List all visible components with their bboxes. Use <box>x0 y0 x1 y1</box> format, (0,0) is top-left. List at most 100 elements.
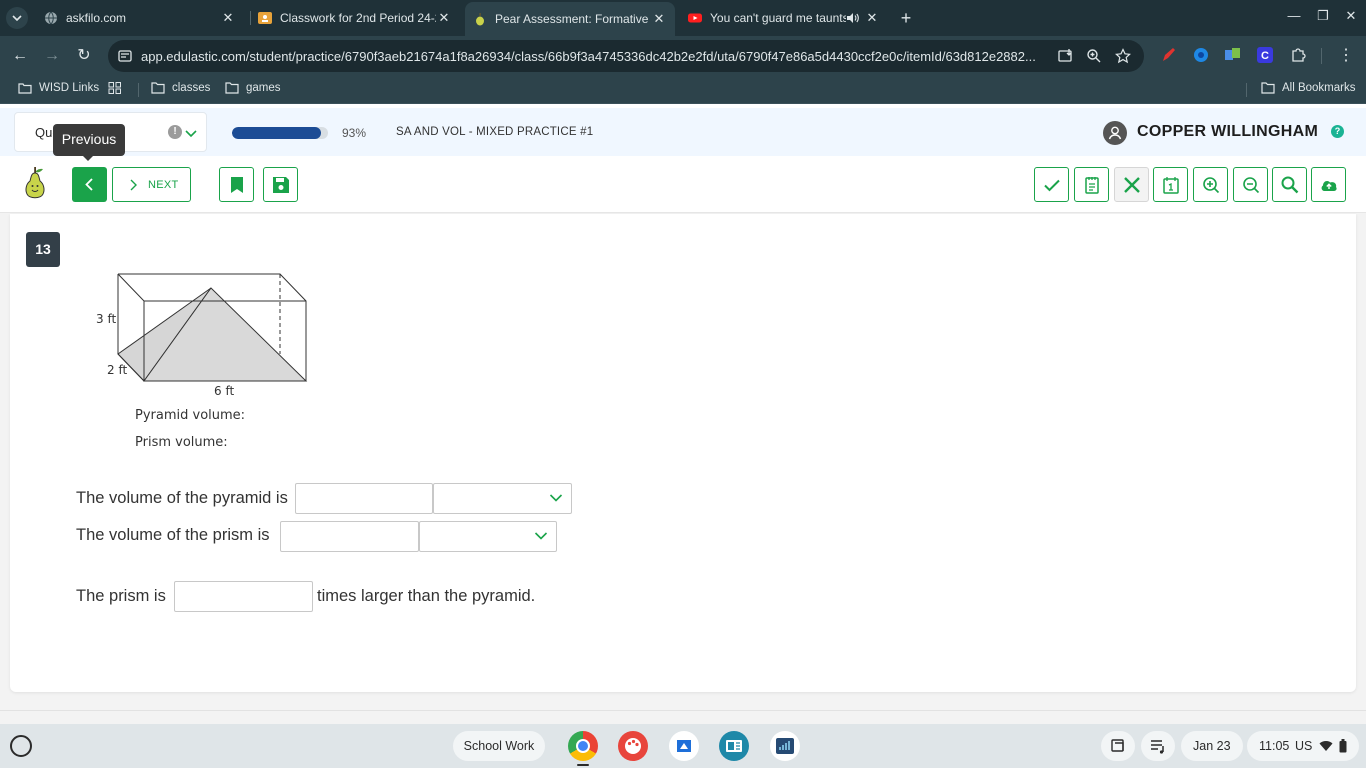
forward-icon[interactable]: → <box>42 46 62 66</box>
all-bookmarks-label: All Bookmarks <box>1282 82 1356 94</box>
scratchpad-button[interactable] <box>1074 167 1109 202</box>
restore-icon[interactable]: ❐ <box>1313 8 1333 24</box>
question-card: 13 3 ft 2 ft 6 ft Pyramid volume: Prism … <box>10 214 1356 692</box>
test-title: SA AND VOL - MIXED PRACTICE #1 <box>396 126 594 138</box>
bookmark-games[interactable]: games <box>225 82 281 94</box>
pyramid-unit-dropdown[interactable] <box>433 483 572 514</box>
tab-youtube[interactable]: You can't guard me taunts ✕ <box>680 0 888 36</box>
system-tray-button[interactable]: 11:05 US <box>1247 731 1359 761</box>
battery-icon <box>1339 739 1347 753</box>
youtube-icon <box>688 11 702 25</box>
question-number: 13 <box>26 232 60 267</box>
date-text: Jan 23 <box>1193 739 1231 753</box>
next-button[interactable]: NEXT <box>112 167 191 202</box>
bookmark-label: classes <box>172 82 211 94</box>
bookmark-wisd-links[interactable]: WISD Links <box>18 82 99 94</box>
help-icon[interactable]: ? <box>1331 125 1344 138</box>
close-window-icon[interactable]: ✕ <box>1341 8 1361 24</box>
close-icon[interactable]: ✕ <box>651 11 667 27</box>
screencast-extension-icon[interactable] <box>1192 46 1210 64</box>
tab-title: askfilo.com <box>66 11 127 25</box>
search-icon <box>1281 176 1299 194</box>
install-app-icon[interactable] <box>1058 48 1074 64</box>
time-text: 11:05 <box>1259 739 1290 753</box>
pen-extension-icon[interactable] <box>1160 46 1178 64</box>
submit-button[interactable] <box>1311 167 1346 202</box>
save-icon <box>273 177 289 193</box>
bookmark-classes[interactable]: classes <box>151 82 210 94</box>
calculator-button[interactable] <box>1153 167 1188 202</box>
answer-eliminator-button[interactable] <box>1114 167 1149 202</box>
width-label: 6 ft <box>214 384 235 398</box>
progress-percent: 93% <box>342 126 367 140</box>
browser-toolbar: ← → ↻ app.edulastic.com/student/practice… <box>0 36 1366 76</box>
bookmark-separator <box>138 83 139 97</box>
prism-volume-input[interactable] <box>280 521 419 552</box>
magnifier-button[interactable] <box>1272 167 1307 202</box>
svg-text:C: C <box>1261 50 1269 62</box>
tab-askfilo[interactable]: askfilo.com ✕ <box>36 0 244 36</box>
folder-icon <box>151 82 165 94</box>
holding-space-button[interactable] <box>1101 731 1135 761</box>
reload-icon[interactable]: ↻ <box>74 46 94 66</box>
chrome-app-icon[interactable] <box>568 731 598 761</box>
new-tab-button[interactable]: + <box>896 8 916 28</box>
read-write-extension-icon[interactable] <box>1224 46 1242 64</box>
chevron-down-icon <box>549 494 563 502</box>
save-button[interactable] <box>263 167 298 202</box>
check-answer-button[interactable] <box>1034 167 1069 202</box>
zoom-in-icon <box>1203 177 1220 194</box>
bookmark-question-button[interactable] <box>219 167 254 202</box>
minimize-icon[interactable]: — <box>1284 8 1304 23</box>
tab-pear-assessment[interactable]: Pear Assessment: Formative a ✕ <box>465 2 675 36</box>
all-bookmarks-button[interactable]: All Bookmarks <box>1261 82 1356 94</box>
system-shelf: School Work Jan 23 11:05 US <box>0 724 1366 768</box>
chevron-right-icon <box>130 179 137 191</box>
url-text: app.edulastic.com/student/practice/6790f… <box>141 49 1036 64</box>
launcher-icon[interactable] <box>10 735 32 757</box>
extensions-puzzle-icon[interactable] <box>1290 46 1308 64</box>
user-avatar-icon[interactable] <box>1103 121 1127 145</box>
close-icon[interactable]: ✕ <box>864 10 880 26</box>
date-button[interactable]: Jan 23 <box>1181 731 1243 761</box>
prism-volume-label: Prism volume: <box>135 435 228 450</box>
bookmark-icon <box>231 177 243 193</box>
ratio-input[interactable] <box>174 581 313 612</box>
star-icon[interactable] <box>1115 48 1131 64</box>
files-app-icon[interactable] <box>669 731 699 761</box>
address-bar[interactable]: app.edulastic.com/student/practice/6790f… <box>108 40 1144 72</box>
media-controls-button[interactable] <box>1141 731 1175 761</box>
site-info-icon[interactable] <box>118 49 132 63</box>
speaker-icon[interactable] <box>846 12 864 24</box>
zoom-out-button[interactable] <box>1233 167 1268 202</box>
zoom-out-icon <box>1243 177 1260 194</box>
tab-classwork[interactable]: Classwork for 2nd Period 24-2 ✕ <box>250 0 460 36</box>
prism-pyramid-figure <box>117 273 308 382</box>
prism-unit-dropdown[interactable] <box>419 521 557 552</box>
close-icon[interactable]: ✕ <box>220 10 236 26</box>
playlist-icon <box>1151 740 1164 754</box>
prism-volume-statement: The volume of the prism is <box>76 526 270 544</box>
bookmark-apps[interactable] <box>108 82 129 94</box>
previous-button[interactable] <box>72 167 107 202</box>
notepad-icon <box>1085 177 1099 194</box>
back-icon[interactable]: ← <box>10 46 30 66</box>
active-app-indicator <box>577 764 589 766</box>
zoom-icon[interactable] <box>1086 48 1102 64</box>
kebab-menu-icon[interactable]: ⋮ <box>1336 46 1356 66</box>
close-icon[interactable]: ✕ <box>436 10 452 26</box>
pyramid-volume-input[interactable] <box>295 483 433 514</box>
student-name[interactable]: COPPER WILLINGHAM <box>1137 123 1318 141</box>
classroom-app-icon[interactable] <box>719 731 749 761</box>
c-extension-icon[interactable]: C <box>1256 46 1274 64</box>
wifi-icon <box>1319 741 1333 751</box>
calendar-icon <box>1163 177 1179 194</box>
tab-search-button[interactable] <box>6 7 28 29</box>
toolbar-divider <box>1321 48 1322 64</box>
analytics-app-icon[interactable] <box>770 731 800 761</box>
paint-app-icon[interactable] <box>618 731 648 761</box>
zoom-in-button[interactable] <box>1193 167 1228 202</box>
tab-title: Pear Assessment: Formative a <box>495 12 651 26</box>
holding-space-icon <box>1111 739 1124 752</box>
desk-label[interactable]: School Work <box>453 731 545 761</box>
